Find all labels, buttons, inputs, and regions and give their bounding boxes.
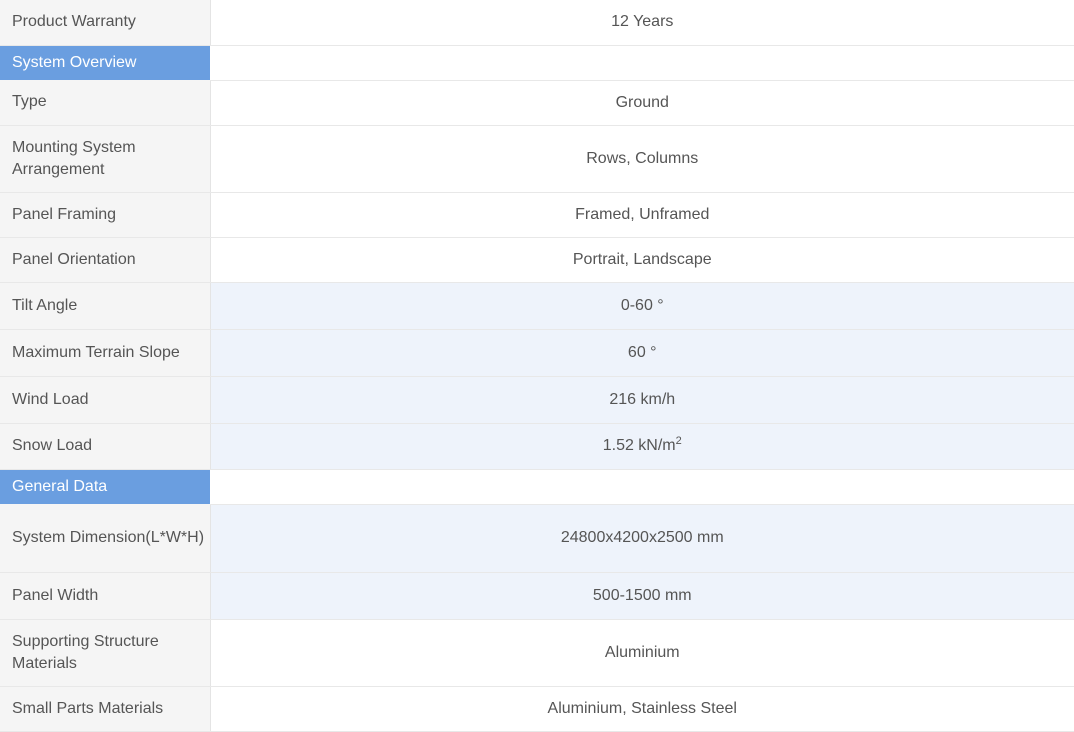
row-label: Panel Width [0, 572, 211, 620]
row-value: 1.52 kN/m2 [210, 423, 1074, 470]
section-title: General Data [0, 469, 210, 504]
row-value: 12 Years [210, 0, 1074, 46]
row-value: 0-60 ° [210, 282, 1074, 330]
row-value: 24800x4200x2500 mm [210, 504, 1074, 573]
row-value: Portrait, Landscape [210, 237, 1074, 283]
row-value: 216 km/h [210, 376, 1074, 424]
row-value: Aluminium, Stainless Steel [210, 686, 1074, 732]
table-row: Panel Width 500-1500 mm [0, 572, 1074, 620]
row-value: Aluminium [210, 619, 1074, 687]
row-label: Supporting Structure Materials [0, 619, 211, 687]
superscript: 2 [675, 435, 682, 447]
section-title: System Overview [0, 45, 210, 80]
section-header: System Overview [0, 45, 1074, 81]
row-value: Ground [210, 80, 1074, 126]
row-label: Snow Load [0, 423, 211, 470]
row-value: Rows, Columns [210, 125, 1074, 193]
table-row: Supporting Structure Materials Aluminium [0, 619, 1074, 687]
row-label: Small Parts Materials [0, 686, 211, 732]
row-label: Product Warranty [0, 0, 211, 46]
row-value: 60 ° [210, 329, 1074, 377]
row-label: System Dimension(L*W*H) [0, 504, 211, 573]
section-blank [210, 45, 1074, 81]
table-row: Mounting System Arrangement Rows, Column… [0, 125, 1074, 193]
table-row: Small Parts Materials Aluminium, Stainle… [0, 686, 1074, 732]
table-row: Type Ground [0, 80, 1074, 126]
row-value: Framed, Unframed [210, 192, 1074, 238]
row-value: 500-1500 mm [210, 572, 1074, 620]
row-label: Maximum Terrain Slope [0, 329, 211, 377]
row-label: Wind Load [0, 376, 211, 424]
row-label: Tilt Angle [0, 282, 211, 330]
table-row: Product Warranty 12 Years [0, 0, 1074, 46]
table-row: Snow Load 1.52 kN/m2 [0, 423, 1074, 470]
table-row: Panel Framing Framed, Unframed [0, 192, 1074, 238]
table-row: Tilt Angle 0-60 ° [0, 282, 1074, 330]
row-label: Mounting System Arrangement [0, 125, 211, 193]
section-blank [210, 469, 1074, 505]
value-text: 1.52 kN/m [602, 437, 676, 454]
row-label: Type [0, 80, 211, 126]
table-row: Panel Orientation Portrait, Landscape [0, 237, 1074, 283]
row-label: Panel Orientation [0, 237, 211, 283]
table-row: System Dimension(L*W*H) 24800x4200x2500 … [0, 504, 1074, 573]
table-row: Wind Load 216 km/h [0, 376, 1074, 424]
spec-table: Product Warranty 12 Years System Overvie… [0, 0, 1074, 732]
row-label: Panel Framing [0, 192, 211, 238]
section-header: General Data [0, 469, 1074, 505]
table-row: Maximum Terrain Slope 60 ° [0, 329, 1074, 377]
